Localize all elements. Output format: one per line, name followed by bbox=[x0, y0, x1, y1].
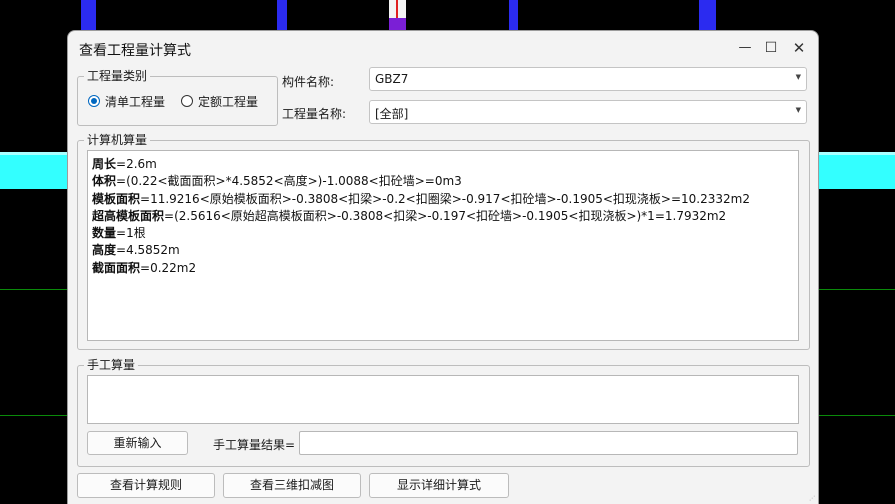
cad-selection-line bbox=[396, 0, 398, 20]
view-3d-deduction-button[interactable]: 查看三维扣减图 bbox=[223, 473, 361, 498]
radio-quota-quantity-label: 定额工程量 bbox=[198, 94, 259, 109]
reinput-button[interactable]: 重新输入 bbox=[87, 431, 188, 455]
cad-column-shape bbox=[81, 0, 96, 30]
calc-line: 截面面积=0.22m2 bbox=[92, 260, 197, 275]
calc-line: 超高模板面积=(2.5616<原始超高模板面积>-0.3808<扣梁>-0.19… bbox=[92, 208, 727, 223]
minimize-icon[interactable]: — bbox=[735, 38, 755, 58]
manual-result-label: 手工算量结果= bbox=[213, 438, 296, 452]
close-icon[interactable]: ✕ bbox=[789, 38, 809, 58]
component-name-value: GBZ7 bbox=[375, 72, 409, 86]
cad-column-shape bbox=[277, 0, 287, 30]
component-name-label: 构件名称: bbox=[282, 75, 335, 89]
chevron-down-icon: ▼ bbox=[795, 106, 801, 114]
manual-calc-textarea[interactable] bbox=[87, 375, 799, 424]
calc-line: 周长=2.6m bbox=[92, 157, 157, 171]
calc-formula-list: 周长=2.6m 体积=(0.22<截面面积>*4.5852<高度>)-1.008… bbox=[92, 156, 750, 277]
cad-column-shape bbox=[699, 0, 716, 30]
calc-line: 数量=1根 bbox=[92, 226, 146, 241]
quantity-name-select[interactable]: [全部] ▼ bbox=[369, 100, 807, 124]
resize-grip-icon[interactable]: ⋰ bbox=[809, 495, 816, 502]
computer-calc-label: 计算机算量 bbox=[84, 132, 151, 148]
calc-line: 高度=4.5852m bbox=[92, 243, 180, 258]
cad-column-shape bbox=[509, 0, 518, 30]
quantity-name-value: [全部] bbox=[375, 107, 409, 121]
dialog-titlebar[interactable]: 查看工程量计算式 — ☐ ✕ bbox=[68, 31, 818, 65]
quantity-name-label: 工程量名称: bbox=[282, 107, 347, 121]
chevron-down-icon: ▼ bbox=[795, 73, 801, 81]
quantity-type-label: 工程量类别 bbox=[84, 68, 151, 84]
manual-result-input[interactable] bbox=[299, 431, 798, 455]
radio-bill-quantity-label: 清单工程量 bbox=[105, 94, 166, 109]
cad-column-base bbox=[389, 18, 406, 30]
view-calc-rules-button[interactable]: 查看计算规则 bbox=[77, 473, 215, 498]
radio-unchecked-icon[interactable] bbox=[181, 95, 193, 107]
quantity-formula-dialog: 查看工程量计算式 — ☐ ✕ 工程量类别 清单工程量 定额工程量 构件名称: G… bbox=[67, 30, 819, 504]
radio-bill-quantity[interactable]: 清单工程量 bbox=[88, 93, 165, 109]
maximize-icon[interactable]: ☐ bbox=[761, 38, 781, 58]
radio-quota-quantity[interactable]: 定额工程量 bbox=[181, 93, 258, 109]
dialog-title: 查看工程量计算式 bbox=[79, 43, 191, 59]
computer-calc-textarea[interactable]: 周长=2.6m 体积=(0.22<截面面积>*4.5852<高度>)-1.008… bbox=[87, 150, 799, 341]
component-name-select[interactable]: GBZ7 ▼ bbox=[369, 67, 807, 91]
calc-line: 体积=(0.22<截面面积>*4.5852<高度>)-1.0088<扣砼墙>=0… bbox=[92, 174, 462, 189]
show-detail-formula-button[interactable]: 显示详细计算式 bbox=[369, 473, 509, 498]
calc-line: 模板面积=11.9216<原始模板面积>-0.3808<扣梁>-0.2<扣圈梁>… bbox=[92, 191, 750, 206]
manual-calc-label: 手工算量 bbox=[84, 357, 139, 373]
radio-checked-icon[interactable] bbox=[88, 95, 100, 107]
